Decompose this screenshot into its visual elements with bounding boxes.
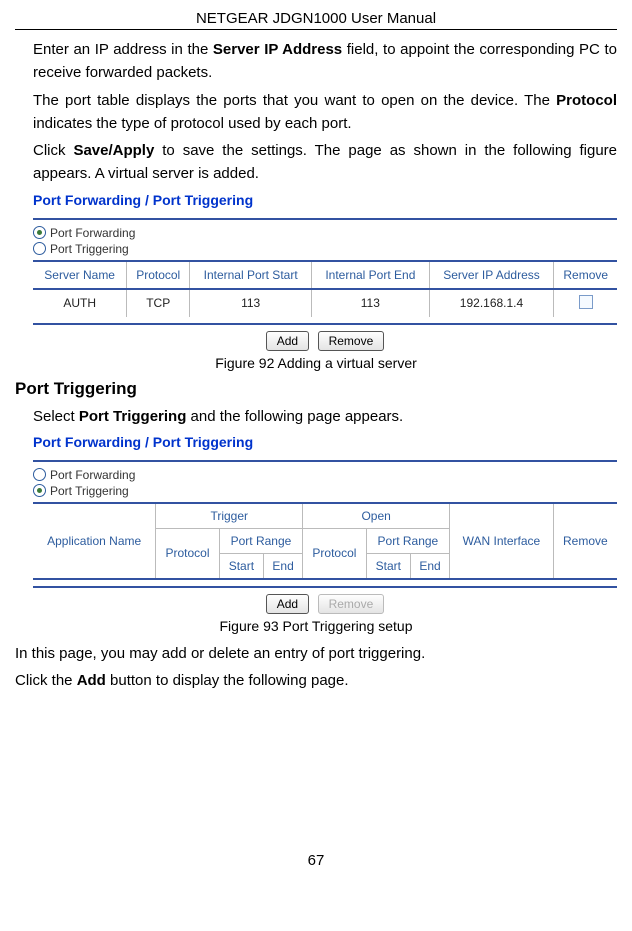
divider: [33, 460, 617, 462]
col-server-ip-address: Server IP Address: [429, 261, 554, 289]
remove-button[interactable]: Remove: [318, 331, 385, 351]
col-protocol: Protocol: [127, 261, 190, 289]
text-bold: Save/Apply: [73, 142, 154, 159]
figure-92-screenshot: Port Forwarding / Port Triggering Port F…: [33, 192, 617, 351]
text: button to display the following page.: [106, 672, 349, 689]
radio-port-triggering[interactable]: Port Triggering: [33, 242, 617, 256]
text: Click: [33, 142, 73, 159]
text: and the following page appears.: [186, 408, 403, 425]
paragraph-1: Enter an IP address in the Server IP Add…: [33, 38, 617, 85]
radio-icon: [33, 468, 46, 481]
section-port-triggering: Port Triggering: [15, 379, 617, 399]
radio-icon: [33, 484, 46, 497]
figure-92-caption: Figure 92 Adding a virtual server: [15, 355, 617, 371]
text-bold: Port Triggering: [79, 408, 187, 425]
radio-label: Port Forwarding: [50, 468, 135, 482]
cell-remove: [554, 289, 617, 317]
col-open-protocol: Protocol: [303, 528, 366, 579]
col-server-name: Server Name: [33, 261, 127, 289]
col-remove: Remove: [553, 503, 617, 579]
cell-server-name: AUTH: [33, 289, 127, 317]
text: Click the: [15, 672, 77, 689]
cell-ipend: 113: [312, 289, 429, 317]
col-open-end: End: [410, 553, 449, 579]
text-bold: Add: [77, 672, 106, 689]
col-internal-port-start: Internal Port Start: [190, 261, 312, 289]
port-triggering-table: Application Name Trigger Open WAN Interf…: [33, 502, 617, 580]
col-trigger-port-range: Port Range: [219, 528, 302, 553]
col-trigger-protocol: Protocol: [156, 528, 219, 579]
remove-checkbox[interactable]: [579, 295, 593, 309]
figure-title: Port Forwarding / Port Triggering: [33, 434, 617, 450]
paragraph-3: Click Save/Apply to save the settings. T…: [33, 139, 617, 186]
figure-title: Port Forwarding / Port Triggering: [33, 192, 617, 208]
radio-label: Port Triggering: [50, 242, 129, 256]
remove-button[interactable]: Remove: [318, 594, 385, 614]
col-internal-port-end: Internal Port End: [312, 261, 429, 289]
col-trigger-start: Start: [219, 553, 263, 579]
button-row: Add Remove: [33, 331, 617, 351]
add-button[interactable]: Add: [266, 331, 309, 351]
radio-port-forwarding[interactable]: Port Forwarding: [33, 468, 617, 482]
radio-icon: [33, 242, 46, 255]
col-trigger: Trigger: [156, 503, 303, 529]
add-button[interactable]: Add: [266, 594, 309, 614]
radio-port-forwarding[interactable]: Port Forwarding: [33, 226, 617, 240]
text: Select: [33, 408, 79, 425]
table-row: AUTH TCP 113 113 192.168.1.4: [33, 289, 617, 317]
divider: [33, 218, 617, 220]
col-open-port-range: Port Range: [366, 528, 449, 553]
radio-label: Port Forwarding: [50, 226, 135, 240]
button-row: Add Remove: [33, 594, 617, 614]
cell-protocol: TCP: [127, 289, 190, 317]
paragraph-5: In this page, you may add or delete an e…: [15, 642, 617, 665]
paragraph-4: Select Port Triggering and the following…: [33, 405, 617, 428]
paragraph-6: Click the Add button to display the foll…: [15, 669, 617, 692]
figure-93-caption: Figure 93 Port Triggering setup: [15, 618, 617, 634]
cell-ipaddr: 192.168.1.4: [429, 289, 554, 317]
divider: [33, 323, 617, 325]
text-bold: Server IP Address: [213, 41, 342, 58]
radio-label: Port Triggering: [50, 484, 129, 498]
divider: [33, 586, 617, 588]
col-open-start: Start: [366, 553, 410, 579]
page-number: 67: [15, 852, 617, 869]
port-forwarding-table: Server Name Protocol Internal Port Start…: [33, 260, 617, 317]
cell-ipstart: 113: [190, 289, 312, 317]
text: indicates the type of protocol used by e…: [33, 115, 352, 132]
col-trigger-end: End: [264, 553, 303, 579]
col-application-name: Application Name: [33, 503, 156, 579]
text: Enter an IP address in the: [33, 41, 213, 58]
page-header: NETGEAR JDGN1000 User Manual: [15, 10, 617, 30]
paragraph-2: The port table displays the ports that y…: [33, 89, 617, 136]
col-wan-interface: WAN Interface: [450, 503, 554, 579]
figure-93-screenshot: Port Forwarding / Port Triggering Port F…: [33, 434, 617, 614]
radio-icon: [33, 226, 46, 239]
col-open: Open: [303, 503, 450, 529]
col-remove: Remove: [554, 261, 617, 289]
text: The port table displays the ports that y…: [33, 92, 556, 109]
text-bold: Protocol: [556, 92, 617, 109]
radio-port-triggering[interactable]: Port Triggering: [33, 484, 617, 498]
